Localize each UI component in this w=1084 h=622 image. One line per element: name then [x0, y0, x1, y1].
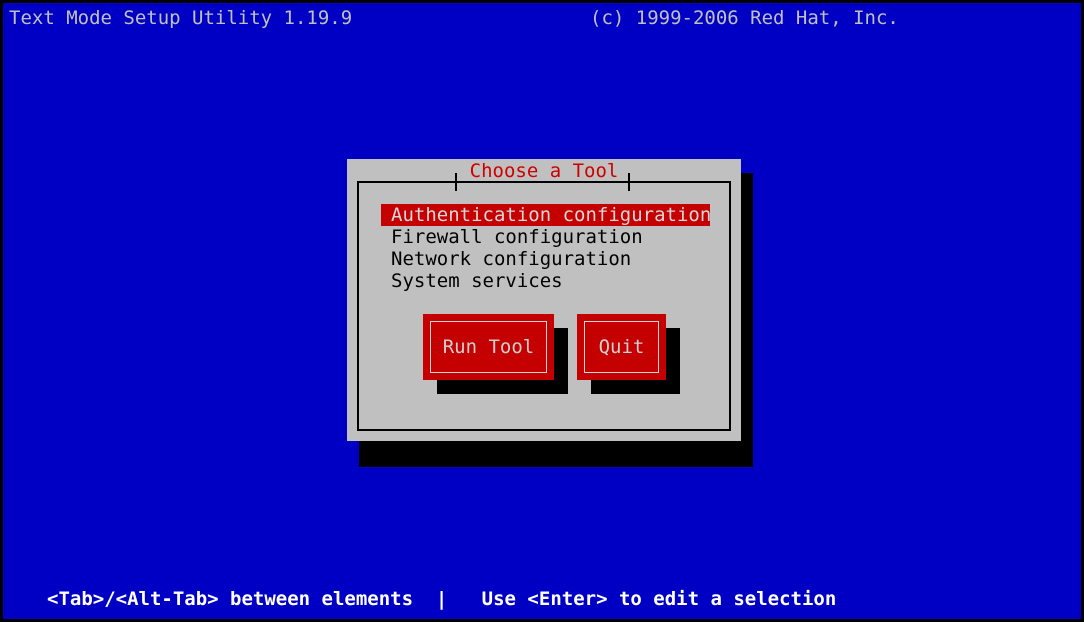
copyright-notice: (c) 1999-2006 Red Hat, Inc. — [590, 7, 899, 29]
terminal-screen: Text Mode Setup Utility 1.19.9 (c) 1999-… — [0, 0, 1084, 622]
keyboard-hint-text: <Tab>/<Alt-Tab> between elements | Use <… — [47, 588, 837, 610]
dialog-button-row: Run Tool Quit — [347, 314, 741, 404]
list-item[interactable]: Network configuration — [381, 248, 711, 270]
choose-a-tool-dialog: Choose a Tool Authentication configurati… — [347, 159, 741, 441]
run-tool-button-label: Run Tool — [442, 336, 535, 358]
list-item[interactable]: Firewall configuration — [381, 226, 711, 248]
tool-listbox[interactable]: Authentication configuration Firewall co… — [381, 204, 711, 292]
footer-bar: <Tab>/<Alt-Tab> between elements | Use <… — [3, 587, 1081, 611]
quit-button-label: Quit — [598, 336, 645, 358]
quit-button[interactable]: Quit — [577, 314, 666, 380]
dialog-title: Choose a Tool — [469, 160, 619, 182]
header-bar: Text Mode Setup Utility 1.19.9 (c) 1999-… — [3, 6, 1081, 30]
list-item[interactable]: Authentication configuration — [381, 204, 711, 226]
run-tool-button[interactable]: Run Tool — [423, 314, 554, 380]
list-item[interactable]: System services — [381, 270, 711, 292]
app-title: Text Mode Setup Utility 1.19.9 — [9, 7, 353, 29]
